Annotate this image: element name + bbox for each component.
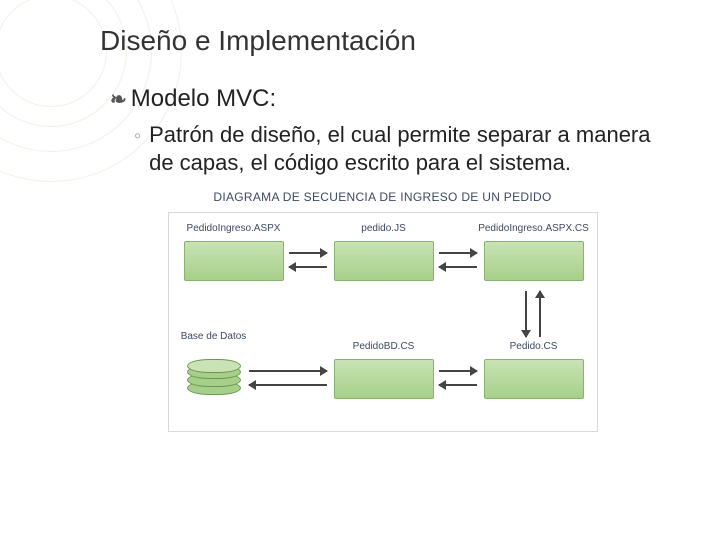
- bullet-level-2: ◦ Patrón de diseño, el cual permite sepa…: [134, 121, 665, 176]
- node-box-pedidobd: [334, 359, 434, 399]
- arrows-js-aspxcs: [439, 246, 477, 276]
- arrows-aspx-js: [289, 246, 327, 276]
- node-label-js: pedido.JS: [361, 223, 405, 234]
- node-label-aspx: PedidoIngreso.ASPX: [187, 223, 281, 234]
- diagram-canvas: PedidoIngreso.ASPX pedido.JS PedidoIngre…: [168, 212, 598, 432]
- node-box-aspx-cs: [484, 241, 584, 281]
- node-box-js: [334, 241, 434, 281]
- database-icon: [187, 361, 241, 397]
- arrows-aspxcs-pedidocs: [519, 291, 549, 337]
- slide-content: Diseño e Implementación ❧ Modelo MVC: ◦ …: [0, 0, 720, 442]
- node-label-pedidobd: PedidoBD.CS: [353, 341, 415, 352]
- circle-bullet-icon: ◦: [134, 124, 141, 149]
- diagram-title: DIAGRAMA DE SECUENCIA DE INGRESO DE UN P…: [168, 190, 598, 204]
- slide-title: Diseño e Implementación: [100, 25, 665, 57]
- sub-bullet-text: Patrón de diseño, el cual permite separa…: [149, 121, 665, 176]
- bullet-text: Modelo MVC:: [131, 85, 276, 113]
- node-box-pedidocs: [484, 359, 584, 399]
- bullet-level-1: ❧ Modelo MVC:: [110, 85, 665, 113]
- arrows-db-pedidobd: [249, 364, 327, 394]
- node-box-aspx: [184, 241, 284, 281]
- node-label-db: Base de Datos: [181, 331, 247, 342]
- sequence-diagram: DIAGRAMA DE SECUENCIA DE INGRESO DE UN P…: [168, 190, 598, 432]
- node-label-pedidocs: Pedido.CS: [510, 341, 558, 352]
- arrows-pedidobd-pedidocs: [439, 364, 477, 394]
- node-label-aspx-cs: PedidoIngreso.ASPX.CS: [478, 223, 589, 234]
- scribble-bullet-icon: ❧: [110, 87, 127, 112]
